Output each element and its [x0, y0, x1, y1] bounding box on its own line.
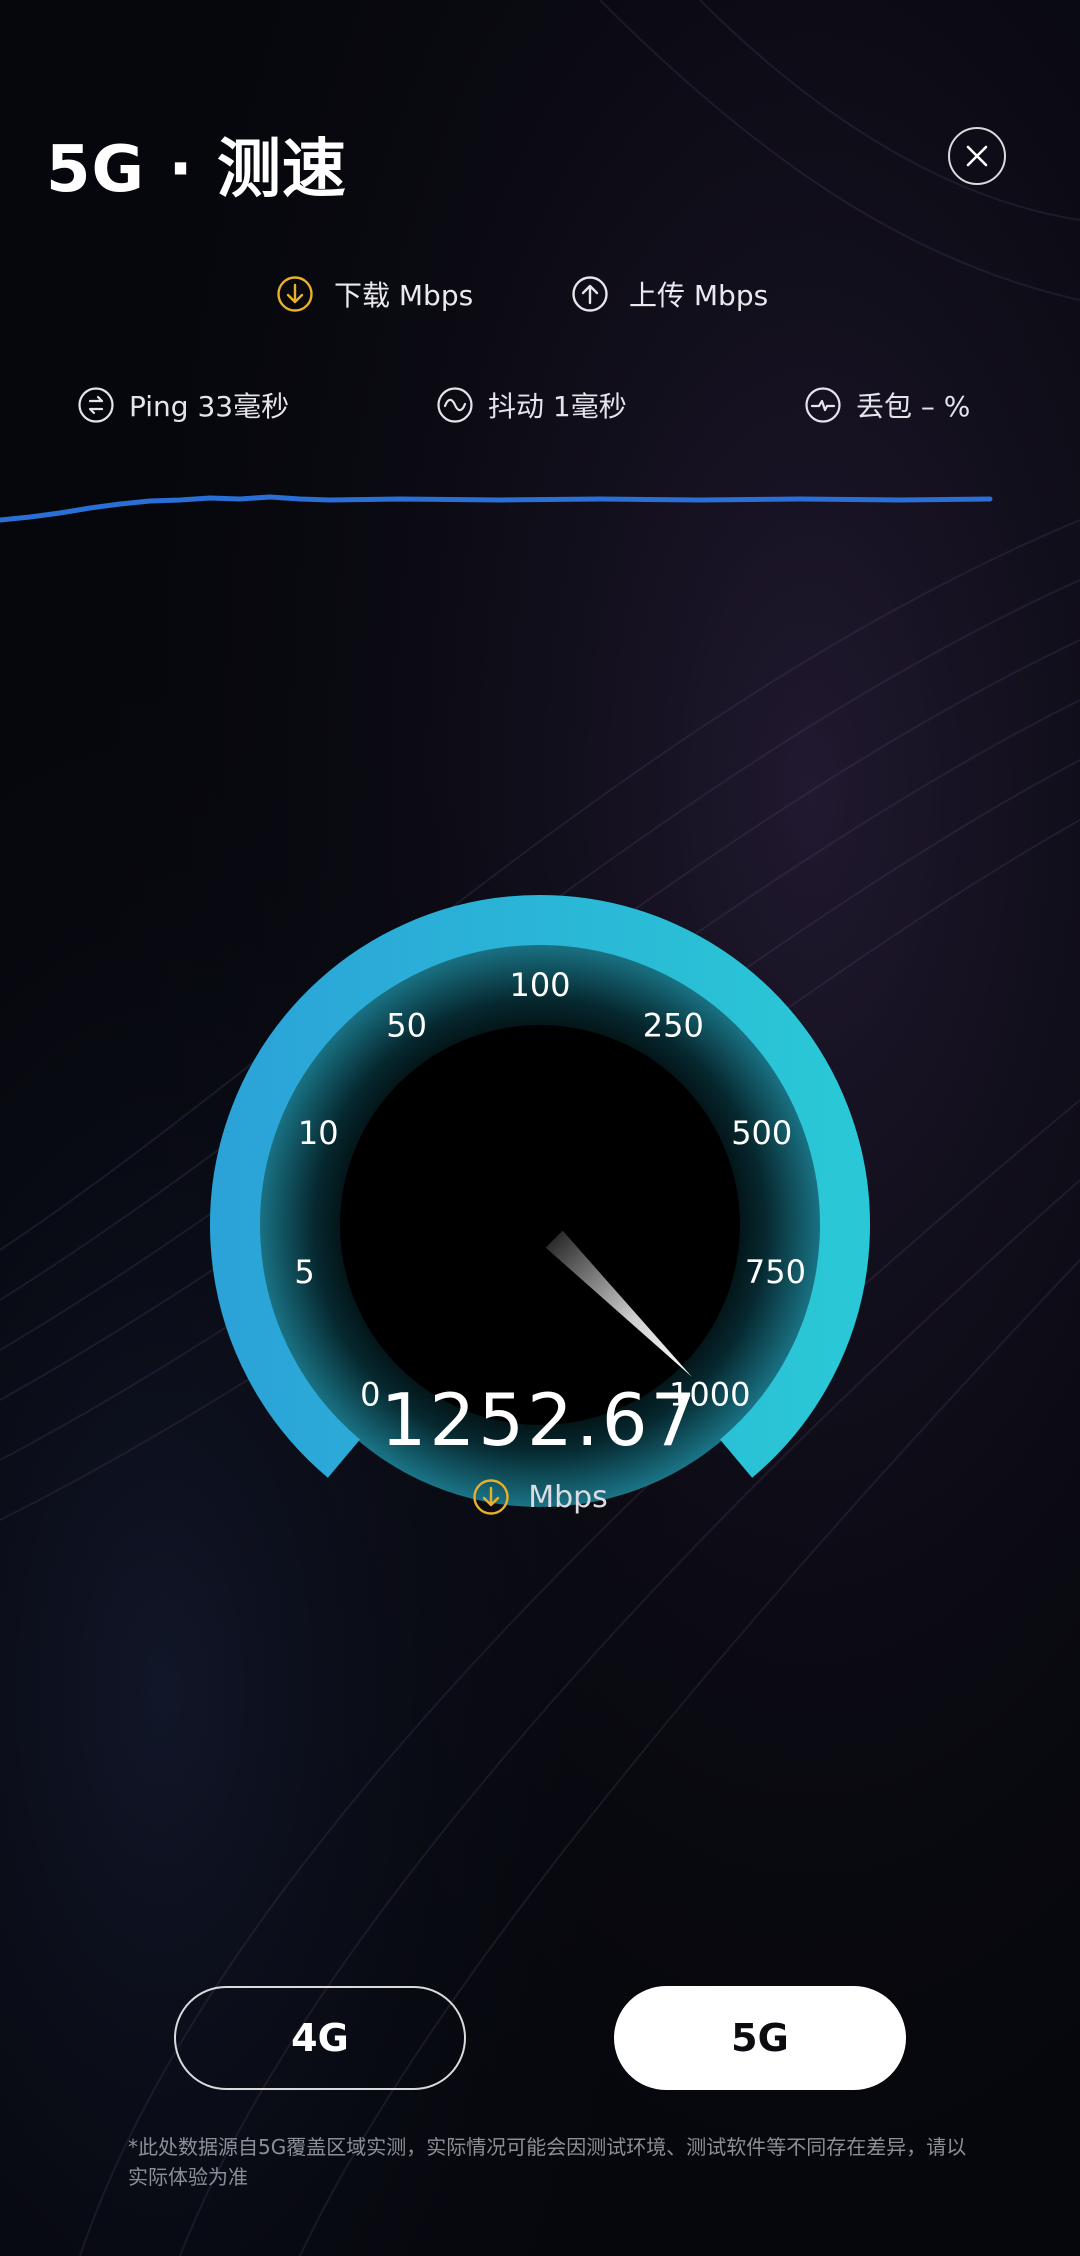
- gauge-label-250: 250: [643, 1006, 704, 1044]
- jitter-label: 抖动 1毫秒: [488, 390, 627, 423]
- ping-icon: [78, 387, 114, 423]
- legend-upload-label: 上传 Mbps: [629, 279, 769, 312]
- gauge-label-10: 10: [298, 1114, 339, 1152]
- legend-upload: 上传 Mbps: [571, 274, 768, 314]
- disclaimer-text: *此处数据源自5G覆盖区域实测，实际情况可能会因测试环境、测试软件等不同存在差异…: [128, 2135, 967, 2189]
- gauge-label-5: 5: [294, 1253, 314, 1291]
- legend-download: 下载 Mbps: [276, 274, 473, 314]
- download-arrow-icon: [473, 1479, 509, 1515]
- gauge-dial: 0510501002505007501000: [210, 895, 870, 1507]
- speed-gauge: 0 5 10 50 100 250 500 750 1000: [200, 885, 880, 1565]
- gauge-label-100: 100: [509, 966, 570, 1004]
- speed-unit: Mbps: [0, 1478, 1080, 1516]
- upload-arrow-icon: [572, 276, 608, 312]
- packet-loss-label: 丢包 – %: [856, 390, 971, 423]
- gauge-label-50: 50: [386, 1006, 427, 1044]
- network-4g-button[interactable]: 4G: [174, 1986, 466, 2090]
- ping-metric: Ping 33毫秒: [77, 385, 289, 425]
- network-5g-button[interactable]: 5G: [614, 1986, 906, 2090]
- jitter-metric: 抖动 1毫秒: [436, 385, 627, 425]
- speed-unit-label: Mbps: [528, 1479, 608, 1515]
- page-title: 5G · 测速: [46, 133, 347, 207]
- jitter-wave-icon: [437, 387, 473, 423]
- download-arrow-icon: [277, 276, 313, 312]
- legend-download-label: 下载 Mbps: [334, 279, 474, 312]
- packet-loss-metric: 丢包 – %: [804, 385, 970, 425]
- speed-history-line: [0, 494, 993, 523]
- close-icon: [966, 145, 988, 167]
- gauge-label-750: 750: [745, 1253, 806, 1291]
- packet-loss-icon: [805, 387, 841, 423]
- gauge-label-500: 500: [731, 1114, 792, 1152]
- speed-value: 1252.67: [380, 1378, 700, 1462]
- close-button[interactable]: [948, 127, 1006, 185]
- ping-label: Ping 33毫秒: [129, 390, 290, 423]
